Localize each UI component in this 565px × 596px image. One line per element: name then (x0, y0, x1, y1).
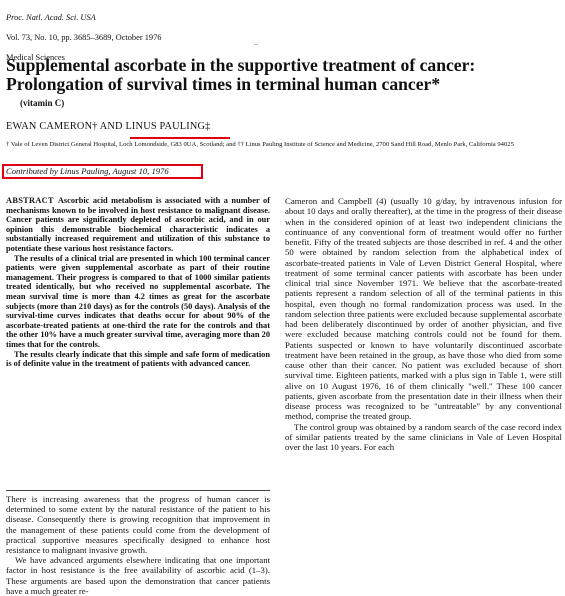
abstract-label: ABSTRACT (6, 196, 54, 205)
right-paragraph-2: The control group was obtained by a rand… (285, 421, 562, 453)
scan-speck (254, 44, 258, 45)
right-column: Cameron and Campbell (4) (usually 10 g/d… (285, 196, 562, 452)
abstract-paragraph-3: The results clearly indicate that this s… (6, 349, 270, 369)
introduction: There is increasing awareness that the p… (6, 494, 270, 596)
abstract-paragraph-1: ABSTRACT Ascorbic acid metabolism is asso… (6, 196, 270, 254)
contributed-by: Contributed by Linus Pauling, August 10,… (6, 166, 169, 176)
volume-line: Vol. 73, No. 10, pp. 3685–3689, October … (6, 33, 162, 42)
abstract-paragraph-2: The results of a clinical trial are pres… (6, 253, 270, 349)
abstract: ABSTRACT Ascorbic acid metabolism is asso… (6, 196, 270, 369)
right-paragraph-1: Cameron and Campbell (4) (usually 10 g/d… (285, 196, 562, 422)
journal-name: Proc. Natl. Acad. Sci. USA (6, 13, 96, 22)
paper-subtitle: (vitamin C) (20, 98, 65, 108)
affiliation: † Vale of Leven District General Hospita… (6, 141, 514, 148)
author-highlight-underline (130, 137, 230, 139)
intro-paragraph-1: There is increasing awareness that the p… (6, 494, 270, 556)
abstract-divider (6, 490, 270, 491)
author-line: EWAN CAMERON† AND LINUS PAULING‡ (6, 121, 211, 132)
intro-paragraph-2: We have advanced arguments elsewhere ind… (6, 555, 270, 596)
paper-title: Supplemental ascorbate in the supportive… (6, 55, 476, 94)
